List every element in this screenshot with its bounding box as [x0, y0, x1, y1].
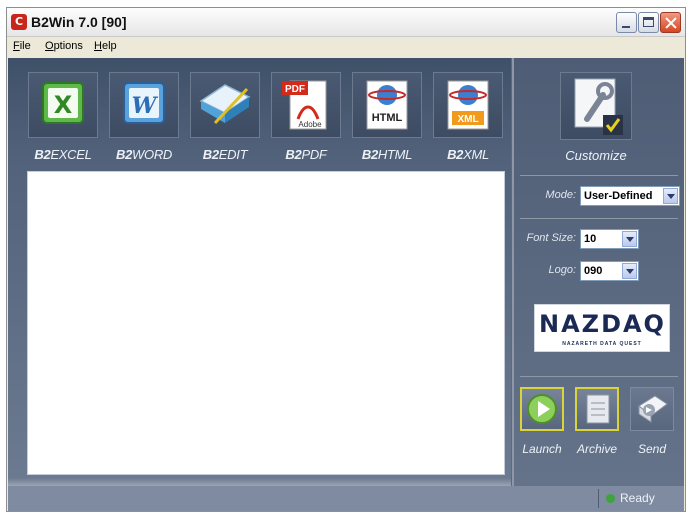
maximize-button[interactable]	[638, 12, 659, 33]
svg-text:PDF: PDF	[285, 84, 305, 95]
launch-label: Launch	[522, 442, 562, 456]
logo-value: 090	[584, 265, 603, 277]
b2excel-label: B2EXCEL	[23, 147, 103, 162]
excel-icon: X	[42, 82, 84, 124]
b2pdf-suffix: PDF	[301, 147, 327, 162]
b2word-label: B2WORD	[104, 147, 184, 162]
b2html-prefix: B2	[361, 147, 378, 162]
customize-label: Customize	[565, 148, 627, 163]
html-icon: HTML	[366, 80, 408, 130]
send-label: Send	[637, 442, 667, 456]
svg-text:X: X	[54, 91, 73, 119]
window-title: B2Win 7.0 [90]	[31, 14, 127, 30]
mode-select[interactable]: User-Defined	[580, 186, 680, 206]
mode-label: Mode:	[545, 189, 576, 201]
customize-button[interactable]	[560, 72, 632, 140]
logo-select[interactable]: 090	[580, 261, 639, 281]
converter-area: X B2EXCEL W B2WORD B2EDIT PDF Adobe B2PD…	[8, 58, 511, 486]
chevron-down-icon[interactable]	[622, 231, 637, 247]
b2html-button[interactable]: HTML	[352, 72, 422, 138]
separator-1	[520, 175, 678, 176]
pdf-icon: PDF Adobe	[282, 80, 327, 130]
settings-panel: Customize Mode: User-Defined Font Size: …	[514, 58, 684, 486]
b2pdf-button[interactable]: PDF Adobe	[271, 72, 341, 138]
close-button[interactable]	[660, 12, 681, 33]
b2excel-suffix: EXCEL	[50, 147, 92, 162]
app-icon[interactable]: C	[11, 14, 27, 30]
b2edit-label: B2EDIT	[185, 147, 265, 162]
archive-icon	[586, 394, 610, 424]
separator-3	[520, 376, 678, 377]
archive-button[interactable]	[575, 387, 619, 431]
b2word-prefix: B2	[116, 147, 133, 162]
svg-text:HTML: HTML	[372, 112, 403, 124]
logo-name: NAZDAQ	[539, 310, 666, 338]
nazdaq-logo: NAZDAQ NAZARETH DATA QUEST	[534, 304, 670, 352]
b2word-suffix: WORD	[132, 147, 172, 162]
font-size-value: 10	[584, 233, 597, 245]
svg-text:XML: XML	[457, 114, 478, 125]
logo-tagline: NAZARETH DATA QUEST	[562, 341, 642, 347]
menu-help[interactable]: Help	[94, 40, 117, 52]
minimize-button[interactable]	[616, 12, 637, 33]
b2edit-suffix: EDIT	[218, 147, 248, 162]
menu-bar: File Options Help	[7, 37, 685, 57]
document-area[interactable]	[27, 171, 505, 475]
logo-label: Logo:	[548, 264, 576, 276]
b2excel-button[interactable]: X	[28, 72, 98, 138]
font-size-select[interactable]: 10	[580, 229, 639, 249]
launch-button[interactable]	[520, 387, 564, 431]
b2word-button[interactable]: W	[109, 72, 179, 138]
b2html-suffix: HTML	[377, 147, 413, 162]
status-text: Ready	[620, 491, 655, 505]
svg-text:Adobe: Adobe	[298, 120, 322, 129]
b2xml-button[interactable]: XML	[433, 72, 503, 138]
chevron-down-icon[interactable]	[663, 188, 678, 204]
menu-file[interactable]: File	[13, 40, 31, 52]
b2pdf-label: B2PDF	[266, 147, 346, 162]
b2html-label: B2HTML	[347, 147, 427, 162]
b2edit-button[interactable]	[190, 72, 260, 138]
wrench-check-icon	[574, 78, 623, 135]
main-panel: X B2EXCEL W B2WORD B2EDIT PDF Adobe B2PD…	[8, 58, 684, 511]
title-bar[interactable]: C B2Win 7.0 [90]	[7, 8, 685, 37]
archive-label: Archive	[576, 442, 617, 456]
edit-icon	[199, 84, 251, 125]
b2xml-prefix: B2	[447, 147, 464, 162]
b2xml-label: B2XML	[428, 147, 508, 162]
mode-value: User-Defined	[584, 190, 653, 202]
b2xml-suffix: XML	[463, 147, 489, 162]
b2pdf-prefix: B2	[285, 147, 302, 162]
xml-icon: XML	[447, 80, 489, 130]
word-icon: W	[123, 82, 165, 124]
font-size-label: Font Size:	[526, 232, 576, 244]
status-ok-icon	[606, 494, 615, 503]
svg-text:W: W	[132, 93, 159, 119]
send-envelope-icon	[638, 395, 668, 423]
b2win-window: C B2Win 7.0 [90] File Options Help X B2E…	[6, 7, 686, 512]
menu-options[interactable]: Options	[45, 40, 83, 52]
play-icon	[527, 394, 557, 424]
send-button[interactable]	[630, 387, 674, 431]
status-bar: Ready	[8, 486, 684, 511]
chevron-down-icon[interactable]	[622, 263, 637, 279]
separator-2	[520, 218, 678, 219]
b2edit-prefix: B2	[202, 147, 219, 162]
b2excel-prefix: B2	[34, 147, 51, 162]
status-divider	[598, 489, 599, 508]
